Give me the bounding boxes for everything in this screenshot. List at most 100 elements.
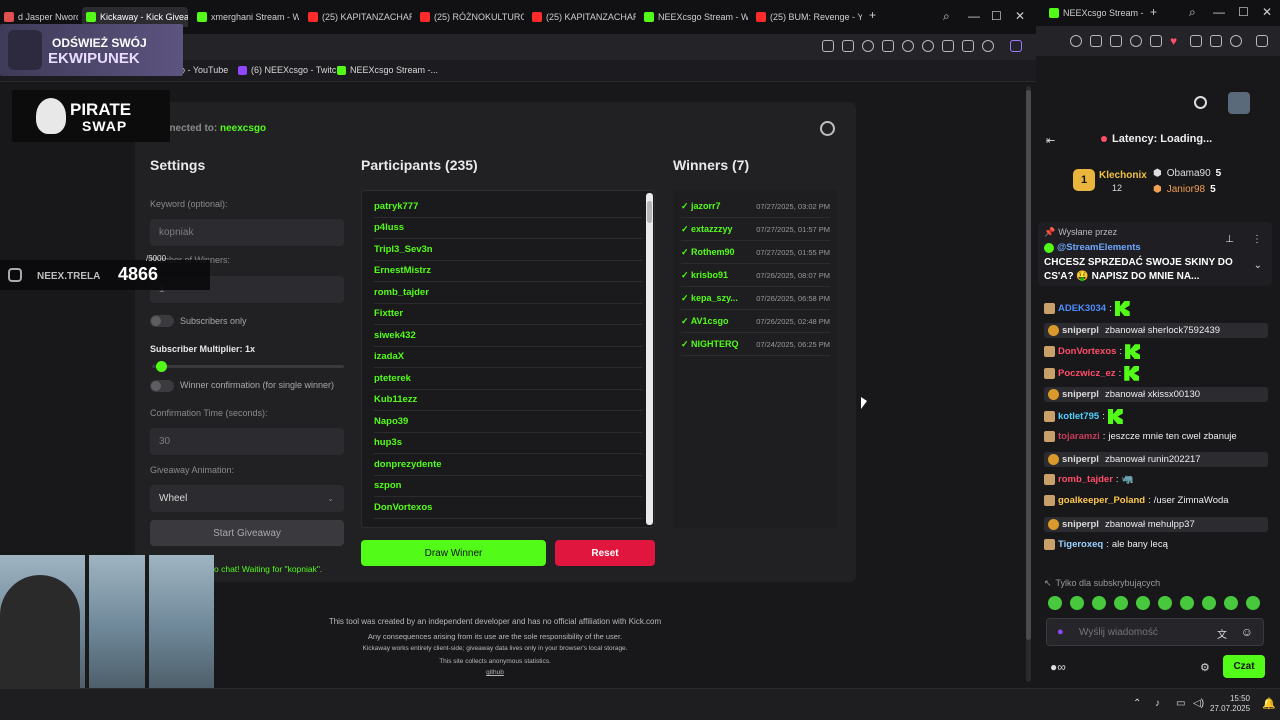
emote-icon[interactable] [1092,596,1106,610]
emote-icon[interactable] [1048,596,1062,610]
leader-2[interactable]: ⬢ Obama90 5 [1153,168,1221,179]
tab-7[interactable]: (25) BUM: Revenge - YouTube [752,7,862,27]
chat-username[interactable]: sniperpl [1062,454,1099,465]
search-icon[interactable]: ⌕ [943,9,950,24]
notification-icon[interactable]: 🔔 [1262,697,1276,710]
tab-4[interactable]: (25) RÓŻNOKULTUROWY [416,7,524,27]
play-icon[interactable] [1150,35,1162,47]
chat-settings-icon[interactable]: ⚙ [1200,661,1210,674]
leader-name[interactable]: Klechonix [1099,170,1147,181]
emote-icon[interactable] [1246,596,1260,610]
points-icon[interactable]: ●∞ [1050,660,1066,674]
pin-toggle-icon[interactable]: ⊥ [1225,234,1234,245]
bookmark-youtube[interactable]: o - YouTube [180,65,228,75]
new-tab-button[interactable]: + [869,8,876,22]
confirmation-time-input[interactable]: 30 [150,428,344,455]
play-icon[interactable] [902,40,914,52]
shield-icon[interactable] [862,40,874,52]
emote-icon[interactable] [1158,596,1172,610]
profile-icon[interactable] [982,40,994,52]
download-icon[interactable] [942,40,954,52]
multiplier-slider[interactable] [152,361,344,372]
tab-3[interactable]: (25) KAPITANZACHAR SHOW [304,7,412,27]
translate-icon[interactable]: 文 [1217,626,1227,641]
github-link[interactable]: github [300,669,690,676]
bookmark-twitch[interactable]: (6) NEEXcsgo - Twitch [238,65,341,75]
chat-maximize-icon[interactable]: ☐ [1238,5,1249,19]
close-icon[interactable]: ✕ [1015,9,1025,23]
minimize-icon[interactable]: — [968,9,980,23]
menu-icon[interactable] [1210,35,1222,47]
chat-username[interactable]: sniperpl [1062,519,1099,530]
emote-icon[interactable] [1180,596,1194,610]
chat-new-tab-button[interactable]: + [1150,5,1157,19]
chat-minimize-icon[interactable]: — [1213,5,1225,19]
tab-6[interactable]: NEEXcsgo Stream - Watch [640,7,748,27]
bookmark-kick[interactable]: NEEXcsgo Stream -... [337,65,438,75]
emote-icon[interactable] [1114,596,1128,610]
heart-icon[interactable] [922,40,934,52]
participants-scrollbar[interactable] [646,193,653,525]
more-options-icon[interactable]: ⋮ [1252,234,1262,245]
heart-icon[interactable]: ♥ [1170,34,1177,48]
chat-message-input[interactable] [1079,623,1209,641]
tray-network-icon[interactable]: ▭ [1176,698,1185,709]
page-scrollbar[interactable] [1026,86,1031,682]
chat-search-icon[interactable]: ⌕ [1189,5,1196,20]
camera-icon[interactable] [842,40,854,52]
emote-icon[interactable] [1202,596,1216,610]
refresh-icon[interactable] [1194,96,1207,109]
tab-5[interactable]: (25) KAPITANZACHAR SHOW [528,7,636,27]
emote-icon[interactable] [1224,596,1238,610]
taskbar-clock[interactable]: 15:50 27.07.2025 [1210,694,1250,714]
chat-username[interactable]: tojaramzi [1058,431,1100,442]
download-icon[interactable] [1190,35,1202,47]
camera-icon[interactable] [1110,35,1122,47]
keyword-input[interactable]: kopniak [150,219,344,246]
participants-list[interactable]: patryk777 p4luss Tripl3_Sev3n ErnestMist… [361,190,655,528]
chat-username[interactable]: romb_tajder [1058,474,1113,485]
start-giveaway-button[interactable]: Start Giveaway [150,520,344,546]
chat-username[interactable]: kotlet795 [1058,411,1099,422]
tray-expand-icon[interactable]: ⌃ [1133,698,1141,709]
reset-button[interactable]: Reset [555,540,655,566]
draw-winner-button[interactable]: Draw Winner [361,540,546,566]
chat-username[interactable]: Tigeroxeq [1058,539,1103,550]
maximize-icon[interactable]: ☐ [991,9,1002,23]
tray-volume-icon[interactable]: ◁) [1193,698,1204,709]
chat-tab[interactable]: NEEXcsgo Stream - W [1045,3,1145,23]
settings-gear-icon[interactable] [820,121,835,136]
chat-username[interactable]: ADEK3034 [1058,303,1106,314]
collapse-chat-icon[interactable]: ⇤ [1046,134,1055,147]
chevron-down-icon[interactable]: ⌄ [1254,260,1262,271]
winner-confirmation-toggle[interactable] [150,380,174,392]
table-row: ✓ Rothem90 07/27/2025, 01:55 PM [681,241,830,264]
send-chat-button[interactable]: Czat [1223,655,1265,678]
edit-icon[interactable] [822,40,834,52]
chat-username[interactable]: sniperpl [1062,389,1099,400]
profile-icon[interactable] [1230,35,1242,47]
chat-close-icon[interactable]: ✕ [1262,5,1272,19]
leader-3[interactable]: ⬢ Janior98 5 [1153,184,1216,195]
avatar[interactable] [1228,92,1250,114]
tab-2[interactable]: xmerghani Stream - Watch [193,7,299,27]
chat-username[interactable]: Poczwicz_ez [1058,368,1116,379]
chat-username[interactable]: sniperpl [1062,325,1099,336]
microphone-icon[interactable]: ● [1057,626,1064,638]
emote-icon[interactable] [1136,596,1150,610]
shield-icon[interactable] [1130,35,1142,47]
chat-username[interactable]: DonVortexos [1058,346,1116,357]
animation-select[interactable]: Wheel ⌄ [150,485,344,512]
extension-icon[interactable] [882,40,894,52]
subscribers-only-toggle[interactable] [150,315,174,327]
extension-box-icon[interactable] [1010,40,1022,52]
edit-icon[interactable] [1090,35,1102,47]
extension-box-icon[interactable] [1256,35,1268,47]
menu-icon[interactable] [962,40,974,52]
tray-mic-icon[interactable]: ♪ [1155,698,1160,709]
slider-thumb[interactable] [155,361,167,372]
emote-icon[interactable] [1070,596,1084,610]
chat-username[interactable]: goalkeeper_Poland [1058,495,1145,506]
emoji-icon[interactable]: ☺ [1241,625,1253,639]
zoom-icon[interactable] [1070,35,1082,47]
